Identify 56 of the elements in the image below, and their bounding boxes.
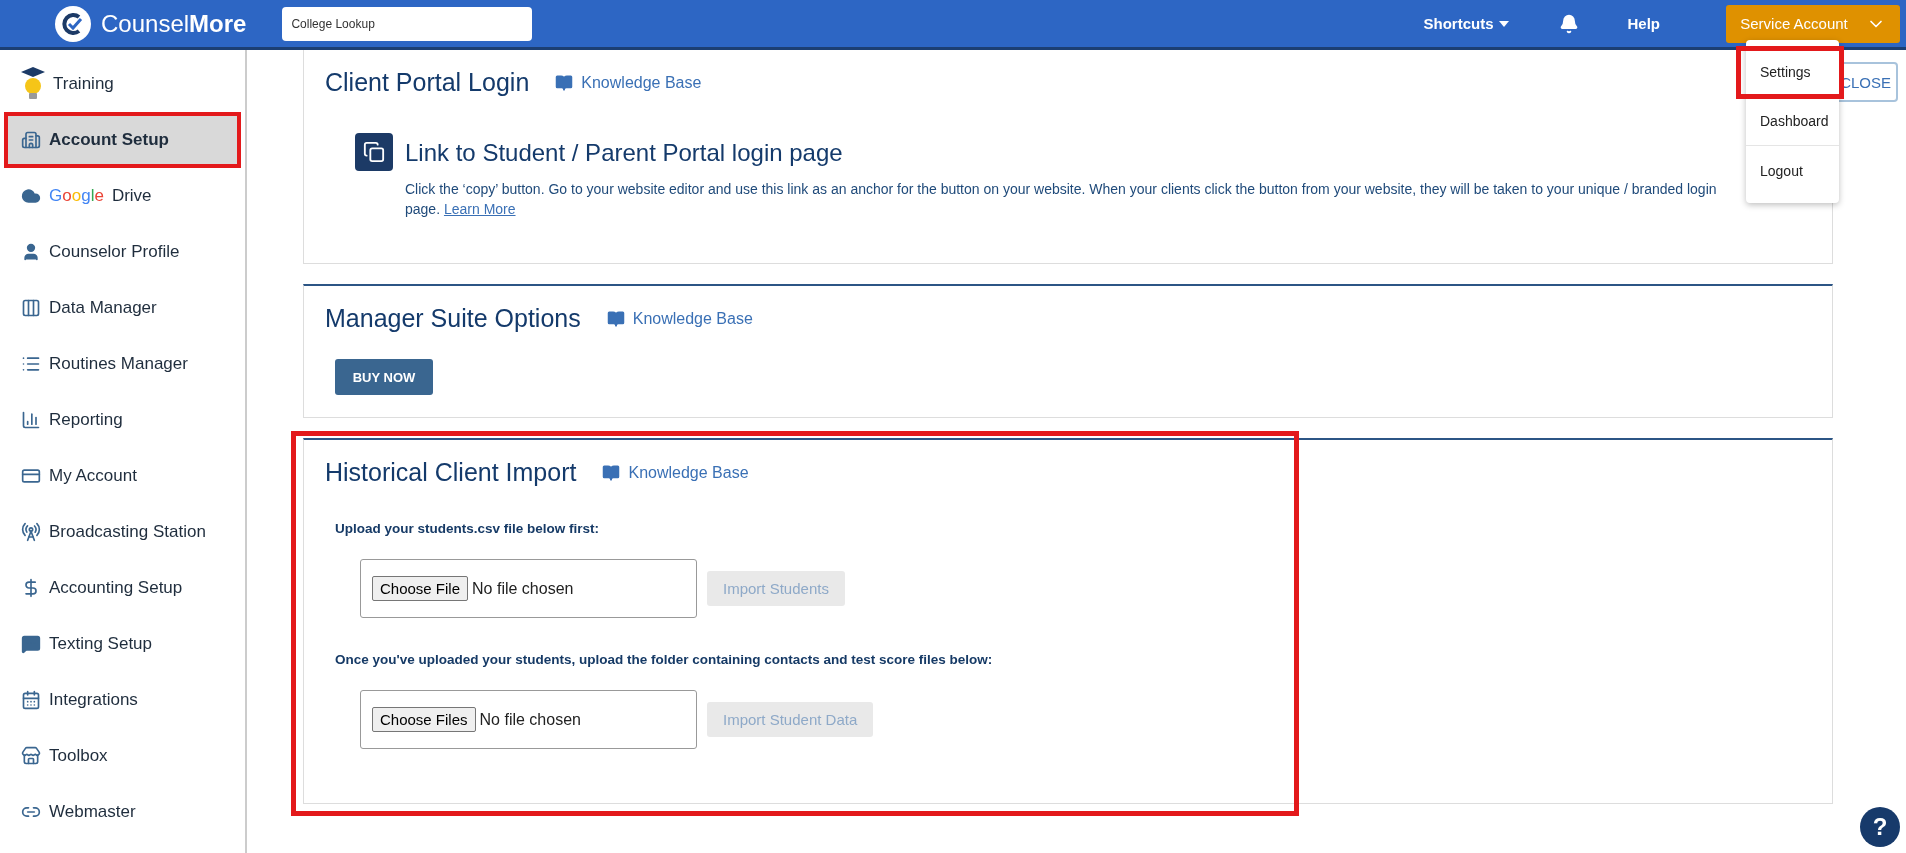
- portal-title: Link to Student / Parent Portal login page: [405, 139, 844, 167]
- file-status: No file chosen: [472, 579, 574, 598]
- menu-icon: [21, 746, 41, 766]
- upload-label: Upload your students.csv file below first:: [335, 521, 601, 536]
- section-title: Manager Suite Options: [325, 304, 581, 333]
- section-title: Historical Client Import: [325, 458, 577, 487]
- sidebar-item[interactable]: Webmaster: [4, 784, 241, 840]
- sidebar-item[interactable]: Toolbox: [4, 728, 241, 784]
- menu-item[interactable]: Settings: [1738, 48, 1842, 97]
- sidebar-item[interactable]: Broadcasting Station: [4, 504, 241, 560]
- menu-icon: [21, 690, 41, 710]
- sidebar-item[interactable]: Google Drive: [4, 168, 241, 224]
- help-link[interactable]: Help: [1627, 15, 1660, 32]
- search-field[interactable]: College Lookup: [282, 6, 533, 41]
- menu-icon: [21, 410, 41, 430]
- shortcuts-menu[interactable]: Shortcuts: [1423, 15, 1510, 32]
- knowledge-base-link[interactable]: Knowledge Base: [555, 73, 702, 92]
- sidebar-item[interactable]: Training: [4, 56, 241, 112]
- buy-now-button[interactable]: BUY NOW: [335, 359, 433, 395]
- sidebar-item[interactable]: Reporting: [4, 392, 241, 448]
- knowledge-base-link[interactable]: Knowledge Base: [602, 463, 749, 482]
- sidebar-item[interactable]: Accounting Setup: [4, 560, 241, 616]
- copy-icon[interactable]: [355, 133, 393, 171]
- help-button[interactable]: ?: [1860, 807, 1900, 847]
- brand-logo: CounselMore: [101, 9, 247, 38]
- sidebar-item[interactable]: My Account: [4, 448, 241, 504]
- description: Click the ‘copy’ button. Go to your website editor and use this link as an anchor for the button on your website. When your clients click the button from your website, they will be taken to your unique / branded login page. Learn More: [405, 180, 1718, 219]
- sidebar-item[interactable]: Counselor Profile: [4, 224, 241, 280]
- sidebar-item[interactable]: Account Setup: [4, 112, 241, 168]
- sidebar-item[interactable]: Data Manager: [4, 280, 241, 336]
- sidebar-item[interactable]: Texting Setup: [4, 616, 241, 672]
- sidebar-item[interactable]: Routines Manager: [4, 336, 241, 392]
- book-icon: [555, 73, 574, 92]
- menu-item[interactable]: Dashboard: [1746, 97, 1839, 146]
- book-icon: [602, 463, 621, 482]
- menu-icon: [21, 242, 41, 262]
- upload-label: Once you've uploaded your students, upload the folder containing contacts and test score files below:: [335, 652, 994, 667]
- lightbulb-icon: [21, 67, 45, 101]
- menu-icon: [21, 634, 41, 654]
- menu-icon: [21, 522, 41, 542]
- menu-icon: [21, 130, 41, 150]
- menu-icon: [21, 354, 41, 374]
- learn-more-link[interactable]: Learn More: [443, 201, 516, 217]
- section-title: Client Portal Login: [325, 68, 530, 97]
- menu-icon: [21, 466, 41, 486]
- brand-logo: Google: [49, 186, 104, 206]
- caret-icon: [1499, 20, 1510, 27]
- menu-icon: [21, 186, 41, 206]
- sidebar-item[interactable]: Integrations: [4, 672, 241, 728]
- bell-icon[interactable]: [1559, 13, 1580, 34]
- file-status: No file chosen: [479, 710, 581, 729]
- menu-icon: [21, 298, 41, 318]
- menu-item[interactable]: Logout: [1746, 146, 1839, 195]
- knowledge-base-link[interactable]: Knowledge Base: [606, 309, 753, 328]
- logo-icon: [55, 5, 91, 42]
- book-icon: [606, 309, 625, 328]
